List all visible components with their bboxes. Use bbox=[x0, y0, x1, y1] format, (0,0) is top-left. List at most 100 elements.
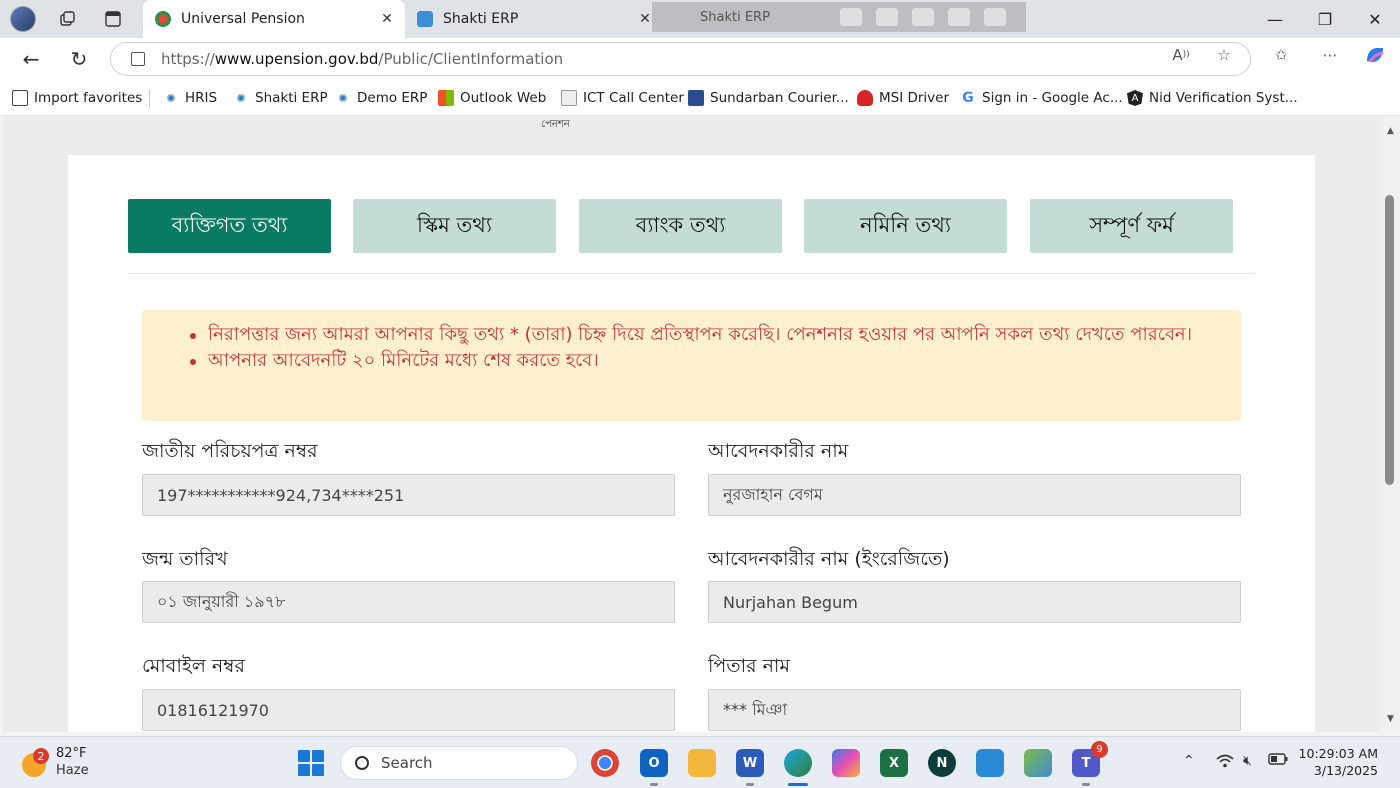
preview-icon bbox=[875, 8, 898, 26]
favorite-msi-driver[interactable]: MSI Driver bbox=[857, 89, 949, 107]
read-aloud-icon[interactable]: A)) bbox=[1170, 45, 1192, 65]
volume-muted-icon[interactable]: 🔇︎ bbox=[1243, 753, 1252, 769]
weather-condition: Haze bbox=[56, 763, 89, 778]
nid-label: জাতীয় পরিচয়পত্র নম্বর bbox=[142, 440, 318, 462]
scroll-down-arrow-icon[interactable]: ▼ bbox=[1385, 713, 1396, 724]
notice-alert: নিরাপত্তার জন্য আমরা আপনার কিছু তথ্য * (… bbox=[142, 310, 1241, 421]
client-information-card: ব্যক্তিগত তথ্য স্কিম তথ্য ব্যাংক তথ্য নম… bbox=[68, 155, 1315, 732]
notice-item: নিরাপত্তার জন্য আমরা আপনার কিছু তথ্য * (… bbox=[190, 322, 1221, 348]
step-personal-info[interactable]: ব্যক্তিগত তথ্য bbox=[128, 199, 331, 253]
teams-badge: 9 bbox=[1091, 741, 1108, 758]
applicant-name-en-input[interactable]: Nurjahan Begum bbox=[708, 581, 1241, 623]
vertical-tabs-icon[interactable] bbox=[98, 4, 128, 34]
profile-avatar[interactable] bbox=[10, 6, 36, 32]
favorites-bar: Import favorites ✺ HRIS ✺ Shakti ERP ✺ D… bbox=[0, 80, 1400, 116]
windows-taskbar: 2 82°F Haze Search O W X N T9 ⌃ 🔇︎ 10:29… bbox=[0, 736, 1400, 788]
close-tab-icon[interactable]: ✕ bbox=[377, 9, 397, 29]
father-name-input[interactable]: *** মিঞা bbox=[708, 689, 1241, 731]
chrome-app-icon[interactable] bbox=[591, 749, 619, 777]
favorite-label: MSI Driver bbox=[879, 90, 950, 106]
shakti-logo-icon: ✺ bbox=[166, 91, 176, 105]
file-explorer-icon[interactable] bbox=[688, 749, 716, 777]
scrollbar-thumb[interactable] bbox=[1385, 195, 1394, 485]
tab-universal-pension[interactable]: Universal Pension ✕ bbox=[143, 0, 405, 38]
applicant-name-en-label: আবেদনকারীর নাম (ইংরেজিতে) bbox=[708, 548, 950, 570]
microsoft-logo-icon bbox=[438, 90, 454, 106]
favorite-label: Sundarban Courier... bbox=[710, 90, 849, 106]
copilot-icon[interactable] bbox=[1364, 45, 1386, 65]
tool-app-icon[interactable] bbox=[1024, 749, 1052, 777]
page-viewport: পেনশন ব্যক্তিগত তথ্য স্কিম তথ্য ব্যাংক ত… bbox=[3, 117, 1381, 732]
preview-icon bbox=[839, 8, 862, 26]
lock-icon[interactable] bbox=[131, 52, 145, 66]
weather-widget[interactable]: 2 82°F Haze bbox=[20, 745, 130, 781]
dragged-tab-preview: Shakti ERP bbox=[652, 2, 1026, 32]
step-bank-info[interactable]: ব্যাংক তথ্য bbox=[579, 199, 782, 253]
excel-app-icon[interactable]: X bbox=[880, 749, 908, 777]
search-label: Search bbox=[381, 754, 433, 772]
battery-icon[interactable] bbox=[1268, 753, 1288, 769]
edge-app-icon[interactable] bbox=[784, 749, 812, 786]
nid-input[interactable]: 197***********924,734****251 bbox=[142, 474, 675, 516]
browser-tab-strip: Universal Pension ✕ Shakti ERP ✕ Shakti … bbox=[0, 0, 1400, 38]
dob-input[interactable]: ০১ জানুয়ারী ১৯৭৮ bbox=[142, 581, 675, 623]
refresh-icon[interactable]: ↻ bbox=[64, 44, 94, 74]
tab-shakti-erp[interactable]: Shakti ERP ✕ bbox=[405, 0, 663, 38]
favorite-outlook-web[interactable]: Outlook Web bbox=[438, 89, 546, 107]
favorite-label: HRIS bbox=[185, 90, 218, 106]
page-scrollbar[interactable]: ▲ ▼ bbox=[1381, 117, 1400, 732]
outlook-app-icon[interactable]: O bbox=[640, 749, 668, 786]
favorite-nid-verification[interactable]: A Nid Verification Syst... bbox=[1127, 89, 1298, 107]
shakti-logo-icon: ✺ bbox=[338, 91, 348, 105]
copilot-app-icon[interactable] bbox=[832, 749, 860, 777]
favorite-ict-call-center[interactable]: ICT Call Center bbox=[561, 89, 684, 107]
step-complete-form[interactable]: সম্পূর্ণ ফর্ম bbox=[1030, 199, 1233, 253]
applicant-name-input[interactable]: নুরজাহান বেগম bbox=[708, 474, 1241, 516]
shakti-logo-icon: ✺ bbox=[236, 91, 246, 105]
favorite-star-icon[interactable]: ☆ bbox=[1213, 45, 1235, 65]
windows-logo-icon bbox=[298, 750, 310, 762]
browser-toolbar: ← ↻ https://www.upension.gov.bd/Public/C… bbox=[0, 38, 1400, 80]
dob-label: জন্ম তারিখ bbox=[142, 548, 228, 570]
favorites-list-icon[interactable]: ✩ bbox=[1270, 45, 1292, 65]
favorite-shakti-erp[interactable]: ✺ Shakti ERP bbox=[233, 89, 327, 107]
back-arrow-icon[interactable]: ← bbox=[16, 44, 46, 74]
minimize-window-icon[interactable]: — bbox=[1250, 0, 1300, 38]
clock-date: 3/13/2025 bbox=[1313, 763, 1378, 778]
url-text[interactable]: https://www.upension.gov.bd/Public/Clien… bbox=[161, 50, 563, 68]
teams-app-icon[interactable]: T9 bbox=[1072, 741, 1108, 786]
remote-desktop-icon[interactable] bbox=[976, 749, 1004, 777]
start-button[interactable] bbox=[298, 750, 324, 776]
show-hidden-icons-chevron-icon[interactable]: ⌃ bbox=[1183, 753, 1195, 769]
favorite-hris[interactable]: ✺ HRIS bbox=[163, 89, 217, 107]
favorite-label: Sign in - Google Ac... bbox=[982, 90, 1123, 106]
notice-item: আপনার আবেদনটি ২০ মিনিটের মধ্যে শেষ করতে … bbox=[190, 348, 1221, 374]
favorites-separator bbox=[149, 90, 150, 108]
scroll-up-arrow-icon[interactable]: ▲ bbox=[1385, 125, 1396, 136]
father-name-label: পিতার নাম bbox=[708, 655, 790, 677]
preview-icon bbox=[983, 8, 1006, 26]
favorite-label: ICT Call Center bbox=[583, 90, 684, 106]
system-clock[interactable]: 10:29:03 AM 3/13/2025 bbox=[1299, 745, 1378, 779]
restore-window-icon[interactable]: ❐ bbox=[1300, 0, 1350, 38]
step-nominee-info[interactable]: নমিনি তথ্য bbox=[804, 199, 1007, 253]
workspaces-icon[interactable] bbox=[52, 4, 82, 34]
favorite-label: Outlook Web bbox=[460, 90, 547, 106]
more-options-icon[interactable]: ⋯ bbox=[1319, 45, 1341, 65]
site-logo-caption: পেনশন bbox=[541, 119, 570, 130]
close-window-icon[interactable]: ✕ bbox=[1350, 0, 1400, 38]
steps-divider bbox=[128, 273, 1254, 274]
favorite-google-sign-in[interactable]: G Sign in - Google Ac... bbox=[960, 89, 1123, 107]
favorite-demo-erp[interactable]: ✺ Demo ERP bbox=[335, 89, 427, 107]
wifi-icon[interactable] bbox=[1215, 753, 1235, 773]
mobile-input[interactable]: 01816121970 bbox=[142, 689, 675, 731]
n-app-icon[interactable]: N bbox=[928, 749, 956, 777]
windows-logo-icon bbox=[298, 764, 310, 776]
page-header: পেনশন bbox=[3, 117, 1381, 155]
word-app-icon[interactable]: W bbox=[736, 749, 764, 786]
favorite-import-favorites[interactable]: Import favorites bbox=[12, 89, 142, 107]
taskbar-search[interactable]: Search bbox=[340, 746, 578, 780]
address-bar[interactable]: https://www.upension.gov.bd/Public/Clien… bbox=[110, 42, 1251, 76]
favorite-sundarban-courier[interactable]: Sundarban Courier... bbox=[688, 89, 849, 107]
step-scheme-info[interactable]: স্কিম তথ্য bbox=[353, 199, 556, 253]
